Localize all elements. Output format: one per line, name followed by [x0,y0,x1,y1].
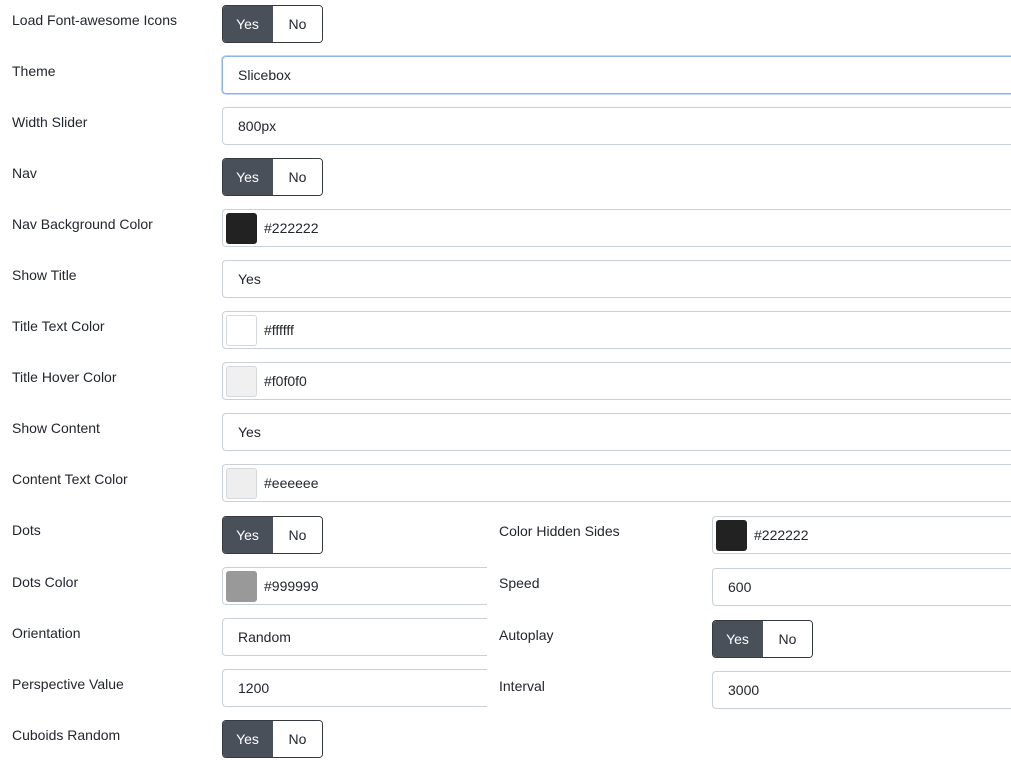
width-slider-input[interactable]: 800px [222,107,1011,145]
nav-yes-button[interactable]: Yes [223,159,272,195]
perspective-value-label: Perspective Value [12,676,124,692]
speed-label: Speed [499,575,540,591]
theme-label: Theme [12,63,56,79]
orientation-select[interactable]: Random [222,618,487,656]
dots-toggle[interactable]: Yes No [222,516,323,554]
show-content-label: Show Content [12,420,100,436]
cuboids-random-no-button[interactable]: No [272,721,322,757]
nav-toggle[interactable]: Yes No [222,158,323,196]
load-font-awesome-yes-button[interactable]: Yes [223,6,272,42]
perspective-value-input[interactable]: 1200 [222,669,487,707]
title-text-color-swatch[interactable] [226,314,257,346]
cuboids-random-yes-button[interactable]: Yes [223,721,272,757]
nav-no-button[interactable]: No [272,159,322,195]
dots-color-value: #999999 [264,578,319,594]
autoplay-yes-button[interactable]: Yes [713,621,762,657]
title-text-color-label: Title Text Color [12,318,105,334]
dots-color-swatch[interactable] [226,570,257,602]
load-font-awesome-no-button[interactable]: No [272,6,322,42]
dots-no-button[interactable]: No [272,517,322,553]
color-hidden-sides-label: Color Hidden Sides [499,523,620,539]
width-slider-label: Width Slider [12,114,88,130]
content-text-color-value: #eeeeee [264,475,319,491]
dots-color-label: Dots Color [12,574,79,590]
interval-input[interactable]: 3000 [712,671,1011,709]
show-content-select[interactable]: Yes [222,413,1011,451]
autoplay-toggle[interactable]: Yes No [712,620,813,658]
color-hidden-sides-swatch[interactable] [716,519,747,551]
load-font-awesome-label: Load Font-awesome Icons [12,12,177,28]
orientation-label: Orientation [12,625,81,641]
interval-label: Interval [499,678,545,694]
content-text-color-swatch[interactable] [226,467,257,499]
nav-background-color-swatch[interactable] [226,212,257,244]
title-hover-color-label: Title Hover Color [12,369,117,385]
nav-background-color-value: #222222 [264,220,319,236]
dots-yes-button[interactable]: Yes [223,517,272,553]
dots-color-input[interactable]: #999999 [222,567,487,605]
autoplay-label: Autoplay [499,627,554,643]
color-hidden-sides-input[interactable]: #222222 [712,516,1011,554]
nav-background-color-label: Nav Background Color [12,216,153,232]
theme-select[interactable]: Slicebox [222,56,1011,94]
show-title-label: Show Title [12,267,77,283]
title-hover-color-swatch[interactable] [226,365,257,397]
load-font-awesome-toggle[interactable]: Yes No [222,5,323,43]
content-text-color-label: Content Text Color [12,471,128,487]
dots-label: Dots [12,522,41,538]
color-hidden-sides-value: #222222 [754,527,809,543]
speed-input[interactable]: 600 [712,568,1011,606]
cuboids-random-toggle[interactable]: Yes No [222,720,323,758]
title-hover-color-value: #f0f0f0 [264,373,307,389]
show-title-select[interactable]: Yes [222,260,1011,298]
cuboids-random-label: Cuboids Random [12,727,121,743]
nav-background-color-input[interactable]: #222222 [222,209,1011,247]
title-text-color-input[interactable]: #ffffff [222,311,1011,349]
autoplay-no-button[interactable]: No [762,621,812,657]
title-hover-color-input[interactable]: #f0f0f0 [222,362,1011,400]
nav-label: Nav [12,165,37,181]
title-text-color-value: #ffffff [264,322,294,338]
content-text-color-input[interactable]: #eeeeee [222,464,1011,502]
